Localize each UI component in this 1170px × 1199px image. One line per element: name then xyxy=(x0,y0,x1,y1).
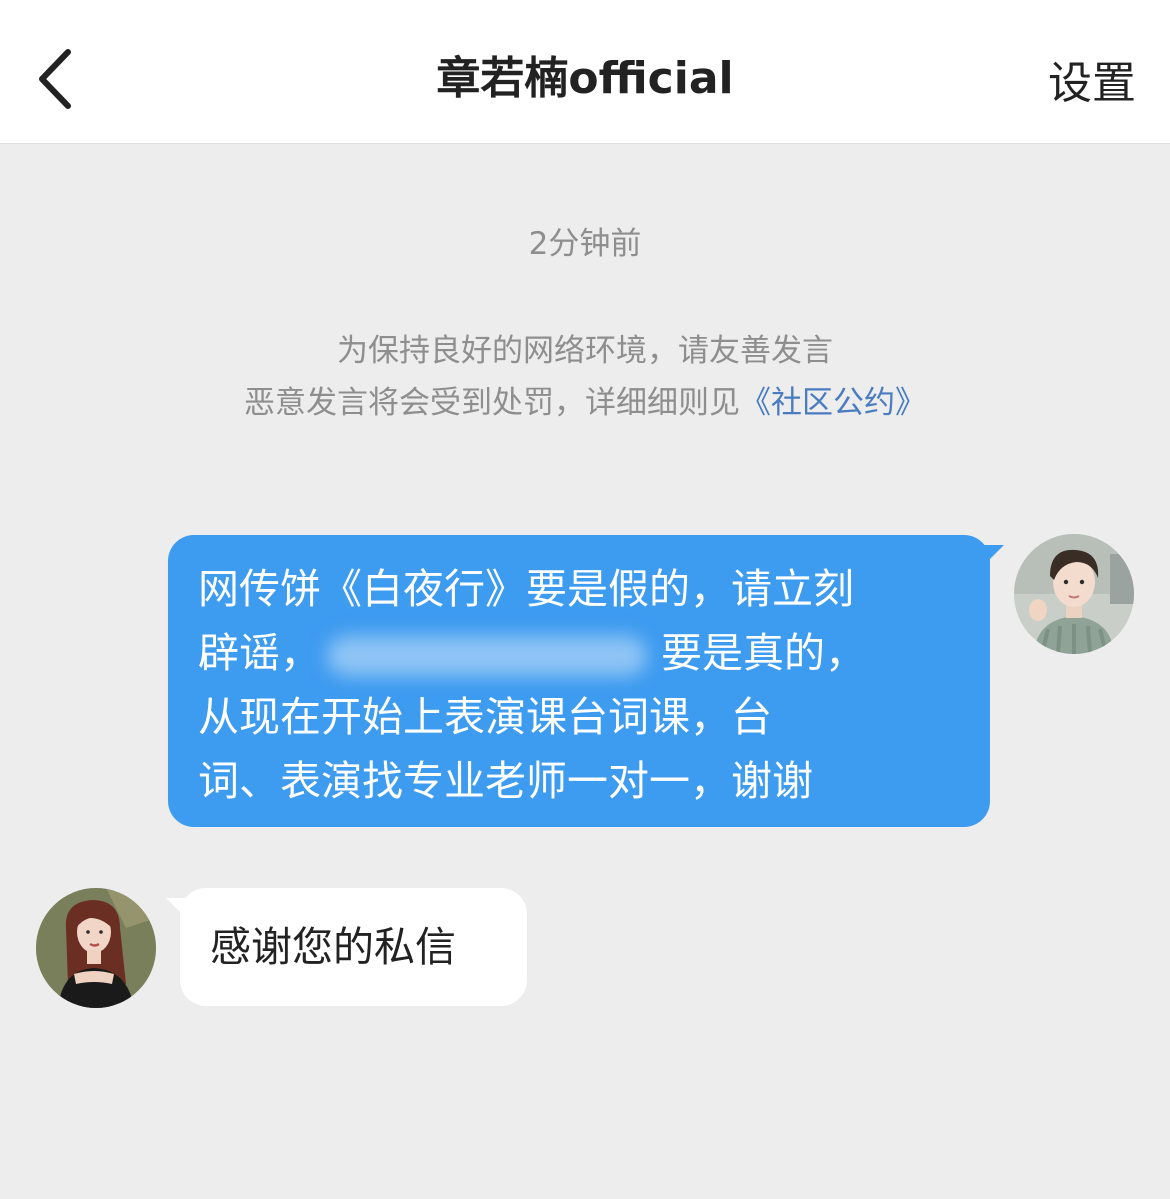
page-title: 章若楠official xyxy=(436,53,734,104)
notice-line-1: 为保持良好的网络环境，请友善发言 xyxy=(337,333,833,369)
notice-line-2-text: 恶意发言将会受到处罚，详细细则见 xyxy=(244,385,740,421)
outgoing-message-bubble[interactable]: 网传饼《白夜行》要是假的，请立刻 辟谣， 要是真的， 从现在开始上表演课台词课，台… xyxy=(168,535,1004,827)
settings-button[interactable]: 设置 xyxy=(1048,56,1136,112)
notice-line-2: 恶意发言将会受到处罚，详细细则见《社区公约》 xyxy=(0,377,1170,429)
my-avatar[interactable] xyxy=(1014,534,1134,654)
bubble-tail xyxy=(980,545,1004,569)
contact-avatar[interactable] xyxy=(36,888,156,1008)
community-notice: 为保持良好的网络环境，请友善发言 恶意发言将会受到处罚，详细细则见《社区公约》 xyxy=(0,325,1170,429)
message-timestamp: 2分钟前 xyxy=(528,226,642,262)
message-line: 词、表演找专业老师一对一，谢谢 xyxy=(198,757,813,805)
message-line: 从现在开始上表演课台词课，台 xyxy=(198,693,772,741)
community-guidelines-link[interactable]: 《社区公约》 xyxy=(740,385,926,421)
redacted-text-blur xyxy=(327,636,647,676)
bubble-tail xyxy=(166,898,190,922)
top-bar: 章若楠official 设置 xyxy=(0,0,1170,144)
incoming-message-bubble[interactable]: 感谢您的私信 xyxy=(166,888,527,1006)
message-line: 辟谣， 要是真的， xyxy=(198,621,960,685)
message-line-part: 要是真的， xyxy=(661,629,866,677)
message-line-part: 辟谣， xyxy=(198,629,321,677)
message-line: 网传饼《白夜行》要是假的，请立刻 xyxy=(198,565,854,613)
message-text: 感谢您的私信 xyxy=(210,923,456,971)
